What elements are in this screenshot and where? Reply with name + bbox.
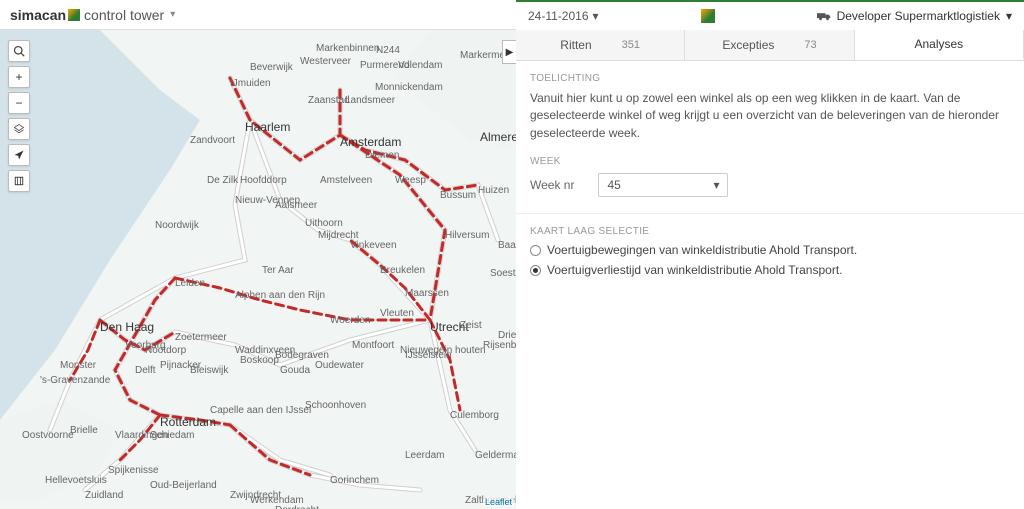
week-section-title: WEEK [530, 156, 1010, 167]
product-name: control tower [84, 7, 164, 23]
week-select[interactable]: 45 ▾ [598, 173, 728, 197]
tab-analyses[interactable]: Analyses [855, 30, 1024, 60]
panel-collapse-button[interactable]: ▶ [502, 40, 516, 64]
week-value: 45 [607, 178, 620, 192]
map-canvas[interactable]: AmsterdamHaarlemAlmereUtrechtRotterdamDe… [0, 30, 516, 509]
date-value: 24-11-2016 [528, 9, 589, 23]
radio-icon [530, 265, 541, 276]
search-button[interactable] [8, 40, 30, 62]
locate-icon [13, 149, 25, 161]
tab-excepties[interactable]: Excepties 73 [685, 30, 854, 60]
date-picker[interactable]: 24-11-2016 ▾ [528, 9, 599, 23]
tab-label: Excepties [722, 38, 774, 52]
right-header: 24-11-2016 ▾ Developer Supermarktlogisti… [516, 2, 1024, 30]
truck-icon [817, 11, 831, 21]
kaartlaag-title: KAART LAAG SELECTIE [530, 226, 1010, 237]
tab-label: Analyses [914, 37, 963, 51]
radio-label: Voertuigverliestijd van winkeldistributi… [547, 263, 843, 277]
tab-label: Ritten [560, 38, 591, 52]
plus-icon: + [15, 70, 22, 84]
tabs: Ritten 351 Excepties 73 Analyses [516, 30, 1024, 61]
week-label: Week nr [530, 178, 574, 192]
map-icon [13, 175, 25, 187]
chevron-down-icon: ▾ [1006, 9, 1012, 23]
app-header: simacan control tower ▾ [0, 0, 516, 30]
radio-label: Voertuigbewegingen van winkeldistributie… [547, 243, 857, 257]
tab-count: 73 [804, 39, 816, 51]
radio-icon [530, 245, 541, 256]
zoom-in-button[interactable]: + [8, 66, 30, 88]
locate-button[interactable] [8, 144, 30, 166]
minus-icon: − [15, 96, 22, 110]
chevron-down-icon: ▾ [593, 9, 599, 23]
user-name: Developer Supermarktlogistiek [837, 9, 1000, 23]
map-attribution: Leaflet [483, 497, 514, 507]
zoom-out-button[interactable]: − [8, 92, 30, 114]
chevron-right-icon: ▶ [506, 47, 514, 58]
search-icon [13, 45, 25, 57]
brand-cube-icon [68, 9, 80, 21]
map-toolbar: + − [8, 40, 30, 194]
chevron-down-icon: ▾ [713, 178, 719, 192]
chevron-down-icon[interactable]: ▾ [170, 9, 175, 20]
toelichting-text: Vanuit hier kunt u op zowel een winkel a… [530, 90, 1010, 142]
tab-count: 351 [622, 39, 640, 51]
kaartlaag-option[interactable]: Voertuigverliestijd van winkeldistributi… [530, 263, 1010, 277]
user-picker[interactable]: Developer Supermarktlogistiek ▾ [817, 9, 1012, 23]
divider [516, 213, 1024, 214]
toelichting-title: TOELICHTING [530, 73, 1010, 84]
layers-button[interactable] [8, 118, 30, 140]
brand-cube-icon [701, 9, 715, 23]
map-svg [0, 30, 516, 509]
kaartlaag-option[interactable]: Voertuigbewegingen van winkeldistributie… [530, 243, 1010, 257]
brand-name: simacan [10, 7, 66, 23]
layers-icon [13, 123, 25, 135]
kaartlaag-radio-group: Voertuigbewegingen van winkeldistributie… [530, 243, 1010, 277]
map-mode-button[interactable] [8, 170, 30, 192]
analysis-panel: TOELICHTING Vanuit hier kunt u op zowel … [516, 61, 1024, 295]
tab-ritten[interactable]: Ritten 351 [516, 30, 685, 60]
